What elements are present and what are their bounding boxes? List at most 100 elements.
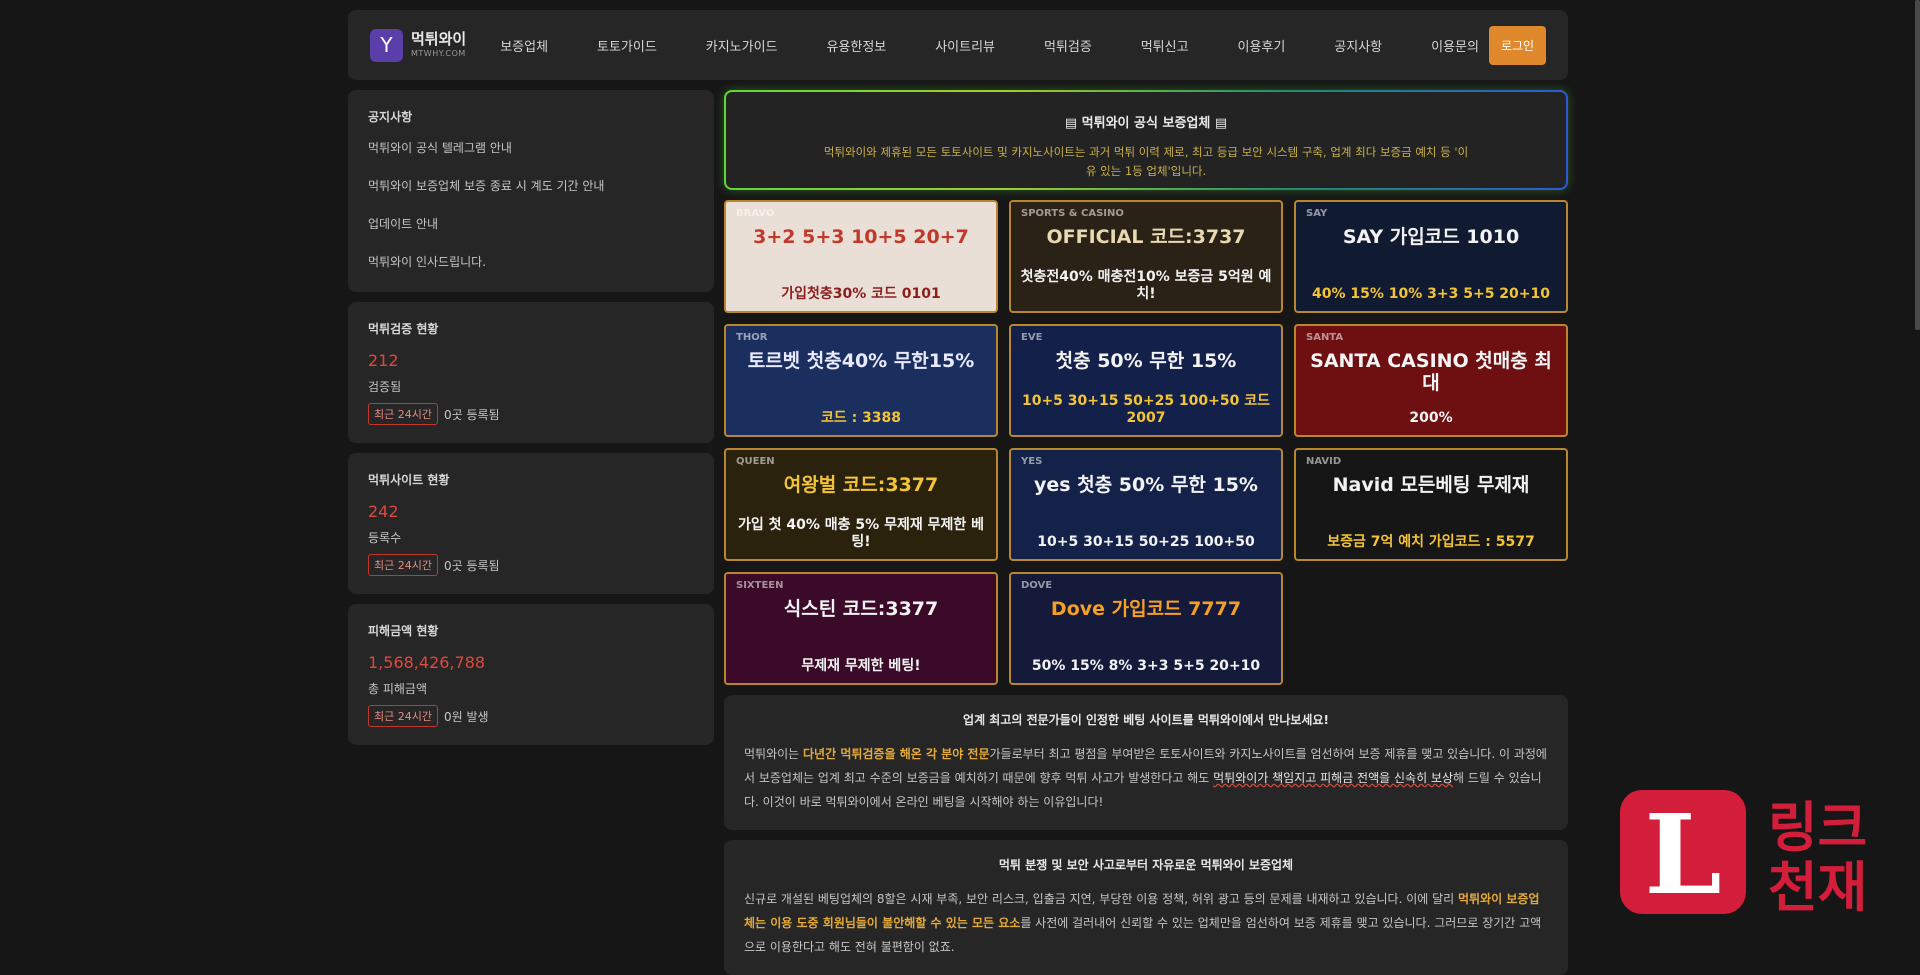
recent-badge: 최근 24시간	[368, 554, 438, 576]
banner-brand: DOVE	[1021, 580, 1053, 591]
verify-count: 212	[368, 351, 399, 370]
text-segment: 먹튀와이는	[744, 747, 804, 761]
top-header: Y 먹튀와이 MTWHY.COM 보증업체 토토가이드 카지노가이드 유용한정보…	[348, 10, 1568, 80]
hero-title: ▤ 먹튀와이 공식 보증업체 ▤	[1064, 116, 1228, 131]
hero-banner: ▤ 먹튀와이 공식 보증업체 ▤ 먹튀와이와 제휴된 모든 토토사이트 및 카지…	[724, 90, 1568, 190]
banner-subline: 가입 첫 40% 매충 5% 무제재 무제한 베팅!	[738, 517, 984, 550]
recent-badge: 최근 24시간	[368, 403, 438, 425]
banner-brand: SPORTS & CASINO	[1021, 208, 1124, 219]
notice-item[interactable]: 먹튀와이 보증업체 보증 종료 시 계도 기간 안내	[368, 177, 694, 194]
nav-item-guarantee[interactable]: 보증업체	[500, 36, 548, 55]
verify-label: 검증됨	[368, 380, 402, 394]
banner-brand: EVE	[1021, 332, 1043, 343]
damage-recent: 0원 발생	[443, 709, 489, 724]
scam-sites-title: 먹튀사이트 현황	[368, 473, 450, 487]
banner-headline: yes 첫충 50% 무한 15%	[1034, 474, 1258, 496]
partner-banner[interactable]: SANTA SANTA CASINO 첫매충 최대 200%	[1294, 324, 1568, 437]
info-section-1: 업계 최고의 전문가들이 인정한 베팅 사이트를 먹튀와이에서 만나보세요! 먹…	[724, 695, 1568, 830]
banner-brand: SANTA	[1306, 332, 1344, 343]
banner-subline: 가입첫충30% 코드 0101	[781, 286, 941, 302]
info-title: 먹튀 분쟁 및 보안 사고로부터 자유로운 먹튀와이 보증업체	[998, 858, 1294, 872]
info-title: 업계 최고의 전문가들이 인정한 베팅 사이트를 먹튀와이에서 만나보세요!	[963, 713, 1329, 727]
partner-banner[interactable]: SIXTEEN 식스틴 코드:3377 무제재 무제한 베팅!	[724, 572, 998, 685]
nav-item-inquiry[interactable]: 이용문의	[1431, 36, 1479, 55]
notice-item[interactable]: 먹튀와이 공식 텔레그램 안내	[368, 139, 694, 156]
banner-brand: BRAVO	[736, 208, 775, 219]
scam-sites-label: 등록수	[368, 531, 402, 545]
recent-badge: 최근 24시간	[368, 705, 438, 727]
partner-banner[interactable]: THOR 토르벳 첫충40% 무한15% 코드 : 3388	[724, 324, 998, 437]
verify-recent: 0곳 등록됨	[443, 407, 500, 422]
nav-item-site-review[interactable]: 사이트리뷰	[935, 36, 995, 55]
underline-text: 먹튀와이가 책임지고 피해금 전액을 신속히 보상	[1213, 771, 1453, 785]
text-segment: 신규로 개설된 베팅업체의 8할은 시재 부족, 보안 리스크, 입출금 지연,…	[744, 892, 1459, 906]
banner-headline: 첫충 50% 무한 15%	[1055, 350, 1237, 372]
banner-subline: 200%	[1409, 410, 1453, 426]
verify-stats-card: 먹튀검증 현황 212 검증됨 최근 24시간 0곳 등록됨	[348, 302, 714, 443]
hero-description: 먹튀와이와 제휴된 모든 토토사이트 및 카지노사이트는 과거 먹튀 이력 제로…	[823, 145, 1469, 178]
damage-label: 총 피해금액	[368, 682, 428, 696]
info-paragraph: 신규로 개설된 베팅업체의 8할은 시재 부족, 보안 리스크, 입출금 지연,…	[744, 887, 1548, 959]
partner-banner[interactable]: BRAVO 3+2 5+3 10+5 20+7 가입첫충30% 코드 0101	[724, 200, 998, 313]
banner-headline: Dove 가입코드 7777	[1050, 598, 1242, 620]
scam-sites-recent: 0곳 등록됨	[443, 558, 500, 573]
banner-subline: 40% 15% 10% 3+3 5+5 20+10	[1311, 286, 1551, 302]
login-button[interactable]: 로그인	[1489, 25, 1546, 65]
notice-card: 공지사항 먹튀와이 공식 텔레그램 안내 먹튀와이 보증업체 보증 종료 시 계…	[348, 90, 714, 292]
banner-brand: YES	[1021, 456, 1043, 467]
banner-brand: THOR	[736, 332, 768, 343]
main-nav: 보증업체 토토가이드 카지노가이드 유용한정보 사이트리뷰 먹튀검증 먹튀신고 …	[480, 36, 1489, 55]
partner-banner[interactable]: SAY SAY 가입코드 1010 40% 15% 10% 3+3 5+5 20+1…	[1294, 200, 1568, 313]
damage-amount: 1,568,426,788	[368, 653, 486, 672]
watermark-line2: 천재	[1768, 856, 1867, 918]
scam-sites-card: 먹튀사이트 현황 242 등록수 최근 24시간 0곳 등록됨	[348, 453, 714, 594]
banner-headline: 식스틴 코드:3377	[783, 598, 939, 620]
nav-item-useful-info[interactable]: 유용한정보	[826, 36, 886, 55]
notice-title: 공지사항	[368, 110, 413, 124]
scam-sites-count: 242	[368, 502, 399, 521]
banner-headline: 여왕벌 코드:3377	[783, 474, 939, 496]
watermark-icon: L 링크 천재	[1620, 790, 1867, 919]
banner-headline: OFFICIAL 코드:3737	[1046, 226, 1246, 248]
watermark-line1: 링크	[1768, 796, 1867, 859]
verify-stats-title: 먹튀검증 현황	[368, 322, 439, 336]
banner-subline: 첫충전40% 매충전10% 보증금 5억원 예치!	[1020, 269, 1272, 302]
logo-name: 먹튀와이	[411, 30, 467, 48]
damage-card: 피해금액 현황 1,568,426,788 총 피해금액 최근 24시간 0원 …	[348, 604, 714, 745]
banner-subline: 10+5 30+15 50+25 100+50	[1037, 534, 1255, 550]
info-paragraph: 먹튀와이는 다년간 먹튀검증을 해온 각 분야 전문가들로부터 최고 평점을 부…	[744, 742, 1548, 814]
nav-item-reviews[interactable]: 이용후기	[1238, 36, 1286, 55]
logo-sub: MTWHY.COM	[411, 49, 466, 58]
partner-banner[interactable]: SPORTS & CASINO OFFICIAL 코드:3737 첫충전40% 매충…	[1009, 200, 1283, 313]
nav-item-casino-guide[interactable]: 카지노가이드	[706, 36, 778, 55]
notice-item[interactable]: 먹튀와이 인사드립니다.	[368, 253, 694, 270]
banner-headline: 3+2 5+3 10+5 20+7	[753, 226, 969, 248]
banner-brand: QUEEN	[736, 456, 775, 467]
partner-banner[interactable]: EVE 첫충 50% 무한 15% 10+5 30+15 50+25 100+50 …	[1009, 324, 1283, 437]
banner-headline: Navid 모든베팅 무제재	[1332, 474, 1530, 496]
watermark-letter: L	[1644, 790, 1721, 918]
page-scrollbar[interactable]	[1915, 0, 1920, 330]
partner-banner-grid: BRAVO 3+2 5+3 10+5 20+7 가입첫충30% 코드 0101 SPO…	[724, 200, 1568, 685]
banner-subline: 10+5 30+15 50+25 100+50 코드 2007	[1021, 393, 1271, 426]
nav-item-verification[interactable]: 먹튀검증	[1044, 36, 1092, 55]
info-section-2: 먹튀 분쟁 및 보안 사고로부터 자유로운 먹튀와이 보증업체 신규로 개설된 …	[724, 840, 1568, 975]
notice-item[interactable]: 업데이트 안내	[368, 215, 694, 232]
banner-brand: SAY	[1306, 208, 1328, 219]
highlight-text: 다년간 먹튀검증을 해온 각 분야 전문	[803, 747, 990, 761]
nav-item-toto-guide[interactable]: 토토가이드	[597, 36, 657, 55]
watermark-logo: L 링크 천재	[1618, 788, 1918, 919]
damage-title: 피해금액 현황	[368, 624, 439, 638]
partner-banner[interactable]: QUEEN 여왕벌 코드:3377 가입 첫 40% 매충 5% 무제재 무제한 베…	[724, 448, 998, 561]
partner-banner[interactable]: NAVID Navid 모든베팅 무제재 보증금 7억 예치 가입코드 : 5577	[1294, 448, 1568, 561]
partner-banner[interactable]: YES yes 첫충 50% 무한 15% 10+5 30+15 50+25 100…	[1009, 448, 1283, 561]
nav-item-report[interactable]: 먹튀신고	[1141, 36, 1189, 55]
banner-subline: 보증금 7억 예치 가입코드 : 5577	[1327, 534, 1535, 550]
site-logo[interactable]: Y 먹튀와이 MTWHY.COM	[370, 28, 467, 62]
main-content: ▤ 먹튀와이 공식 보증업체 ▤ 먹튀와이와 제휴된 모든 토토사이트 및 카지…	[724, 90, 1568, 975]
banner-subline: 무제재 무제한 베팅!	[801, 658, 921, 674]
banner-brand: SIXTEEN	[736, 580, 784, 591]
banner-subline: 코드 : 3388	[820, 410, 902, 426]
partner-banner[interactable]: DOVE Dove 가입코드 7777 50% 15% 8% 3+3 5+5 20+…	[1009, 572, 1283, 685]
nav-item-notice[interactable]: 공지사항	[1334, 36, 1382, 55]
